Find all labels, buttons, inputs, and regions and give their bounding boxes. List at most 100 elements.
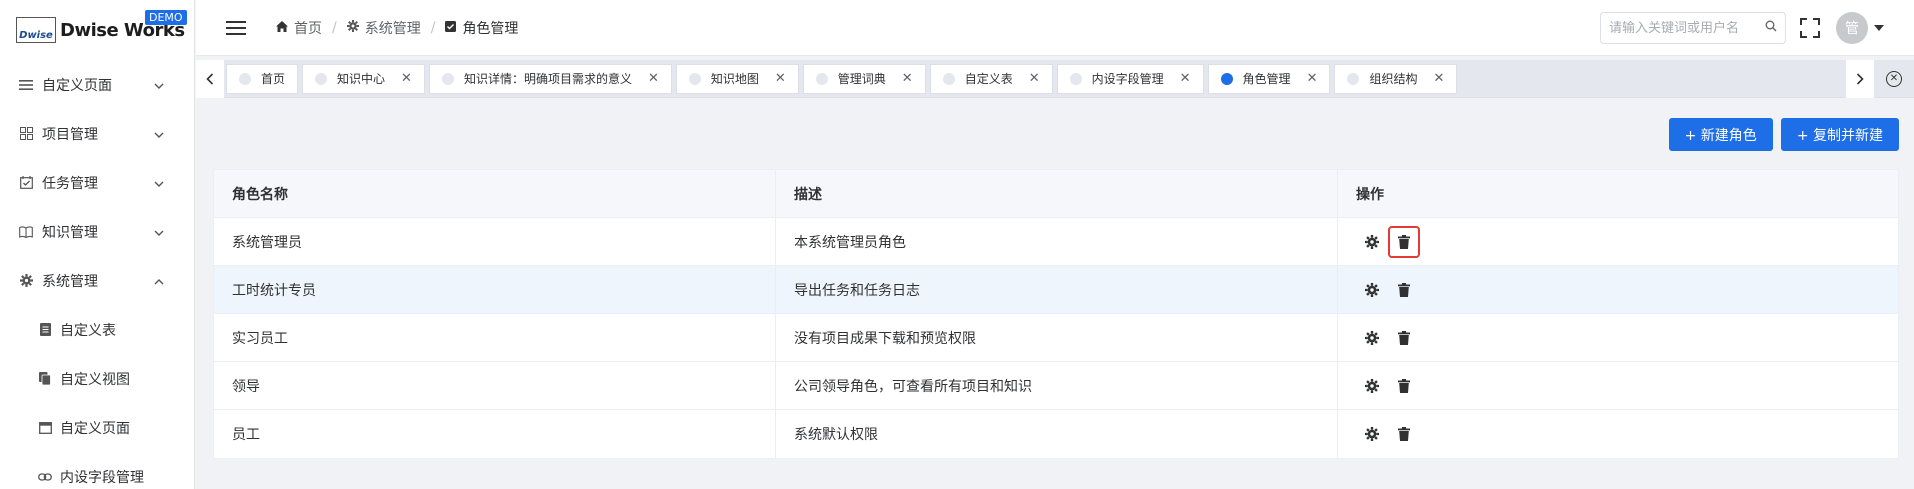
- search-icon[interactable]: [1765, 20, 1777, 36]
- sidebar-item-system[interactable]: 系统管理: [0, 256, 194, 305]
- tab-knowledge-detail[interactable]: 知识详情：明确项目需求的意义 ✕: [428, 63, 672, 94]
- trash-icon[interactable]: [1388, 274, 1420, 306]
- list-icon: [18, 77, 34, 93]
- chevron-up-icon: [154, 274, 164, 288]
- settings-icon[interactable]: [1356, 370, 1388, 402]
- demo-badge: DEMO: [145, 10, 187, 25]
- tab-dot: [441, 72, 454, 85]
- checkbox-icon: [445, 20, 457, 35]
- tab-management-dictionary[interactable]: 管理词典 ✕: [802, 63, 926, 94]
- tab-dot: [688, 72, 701, 85]
- close-icon[interactable]: ✕: [1029, 71, 1040, 86]
- tab-field-management[interactable]: 内设字段管理 ✕: [1056, 63, 1204, 94]
- row-actions: [1338, 266, 1898, 313]
- roles-table: 角色名称 描述 操作 系统管理员 本系统管理员角色 工时统计专员 导出任务和任务…: [213, 169, 1899, 459]
- tab-knowledge-map[interactable]: 知识地图 ✕: [675, 63, 799, 94]
- link-icon: [38, 470, 52, 484]
- sidebar-subitem-custom-table[interactable]: 自定义表: [0, 305, 194, 354]
- settings-icon[interactable]: [1356, 322, 1388, 354]
- window-icon: [38, 421, 52, 435]
- close-icon[interactable]: ✕: [1180, 71, 1191, 86]
- table-row[interactable]: 工时统计专员 导出任务和任务日志: [214, 266, 1898, 314]
- breadcrumb: 首页 / 系统管理 / 角色管理: [276, 18, 518, 38]
- avatar[interactable]: 管: [1836, 12, 1868, 44]
- close-icon[interactable]: ✕: [902, 71, 913, 86]
- tab-dot: [815, 72, 828, 85]
- tab-label: 自定义表: [964, 72, 1013, 86]
- sidebar-item-tasks[interactable]: 任务管理: [0, 158, 194, 207]
- copy-icon: [38, 372, 52, 386]
- tab-label: 首页: [261, 72, 286, 86]
- search-input[interactable]: [1609, 20, 1765, 36]
- tab-dot-active: [1220, 72, 1233, 85]
- tab-knowledge-center[interactable]: 知识中心 ✕: [302, 63, 425, 94]
- tabs-scroll-left-button[interactable]: [196, 59, 224, 98]
- trash-icon[interactable]: [1388, 225, 1420, 258]
- breadcrumb-system[interactable]: 系统管理: [346, 18, 421, 38]
- sidebar-subitem-custom-page[interactable]: 自定义页面: [0, 403, 194, 452]
- settings-icon[interactable]: [1356, 418, 1388, 450]
- chevron-down-icon: [154, 176, 164, 190]
- breadcrumb-home[interactable]: 首页: [276, 18, 322, 38]
- sidebar-subitem-label: 自定义页面: [60, 420, 130, 437]
- gear-icon: [18, 273, 34, 289]
- brand-logo[interactable]: Dwise Dwise Works DEMO: [0, 0, 194, 60]
- table-row[interactable]: 实习员工 没有项目成果下载和预览权限: [214, 314, 1898, 362]
- sidebar-subitem-custom-view[interactable]: 自定义视图: [0, 354, 194, 403]
- table-row[interactable]: 领导 公司领导角色，可查看所有项目和知识: [214, 362, 1898, 410]
- tab-label: 知识中心: [337, 72, 386, 86]
- sidebar-item-label: 知识管理: [42, 224, 98, 241]
- settings-icon[interactable]: [1356, 274, 1388, 306]
- table-row[interactable]: 员工 系统默认权限: [214, 410, 1898, 458]
- sidebar-item-label: 任务管理: [42, 175, 98, 192]
- breadcrumb-separator: /: [430, 19, 436, 36]
- role-description: 公司领导角色，可查看所有项目和知识: [776, 362, 1338, 409]
- tab-dot: [1069, 72, 1082, 85]
- copy-and-new-button[interactable]: + 复制并新建: [1780, 118, 1899, 151]
- sidebar-item-label: 项目管理: [42, 126, 98, 143]
- chevron-down-icon: [154, 127, 164, 141]
- gear-icon: [346, 20, 359, 35]
- sidebar-item-custom-page[interactable]: 自定义页面: [0, 60, 194, 109]
- sidebar-item-projects[interactable]: 项目管理: [0, 109, 194, 158]
- tab-label: 管理词典: [837, 72, 886, 86]
- tab-home[interactable]: 首页: [226, 63, 299, 94]
- role-name: 员工: [214, 410, 776, 458]
- trash-icon[interactable]: [1388, 370, 1420, 402]
- new-role-button[interactable]: + 新建角色: [1668, 118, 1773, 151]
- tab-dot: [239, 72, 251, 85]
- search-box[interactable]: [1600, 12, 1786, 44]
- role-description: 没有项目成果下载和预览权限: [776, 314, 1338, 361]
- row-actions: [1338, 410, 1898, 458]
- close-icon[interactable]: ✕: [648, 71, 659, 86]
- close-all-tabs-button[interactable]: ✕: [1874, 60, 1914, 98]
- tabs-bar: 首页 知识中心 ✕ 知识详情：明确项目需求的意义 ✕ 知识地图 ✕ 管理词典 ✕…: [196, 59, 1914, 98]
- logo-mark: Dwise: [16, 17, 56, 43]
- table-row[interactable]: 系统管理员 本系统管理员角色: [214, 218, 1898, 266]
- settings-icon[interactable]: [1356, 226, 1388, 258]
- chevron-down-icon: [154, 225, 164, 239]
- home-icon: [276, 20, 288, 35]
- row-actions: [1338, 314, 1898, 361]
- trash-icon[interactable]: [1388, 322, 1420, 354]
- top-header: 首页 / 系统管理 / 角色管理 管: [196, 0, 1914, 56]
- sidebar-item-knowledge[interactable]: 知识管理: [0, 207, 194, 256]
- close-icon[interactable]: ✕: [775, 71, 786, 86]
- caret-down-icon[interactable]: [1874, 25, 1884, 31]
- breadcrumb-separator: /: [332, 19, 337, 36]
- tab-role-management[interactable]: 角色管理 ✕: [1207, 63, 1331, 94]
- tabs-scroll-right-button[interactable]: [1846, 59, 1874, 98]
- sidebar-subitem-field-management[interactable]: 内设字段管理: [0, 452, 194, 489]
- tab-custom-table[interactable]: 自定义表 ✕: [929, 63, 1053, 94]
- trash-icon[interactable]: [1388, 418, 1420, 450]
- tab-org-structure[interactable]: 组织结构 ✕: [1334, 63, 1458, 94]
- close-icon[interactable]: ✕: [1433, 71, 1444, 86]
- role-name: 系统管理员: [214, 218, 776, 265]
- role-name: 实习员工: [214, 314, 776, 361]
- fullscreen-icon[interactable]: [1800, 18, 1820, 38]
- header-actions: 管: [1600, 12, 1884, 44]
- close-icon[interactable]: ✕: [401, 71, 412, 86]
- close-icon[interactable]: ✕: [1307, 71, 1318, 86]
- role-name: 领导: [214, 362, 776, 409]
- hamburger-icon[interactable]: [226, 20, 246, 35]
